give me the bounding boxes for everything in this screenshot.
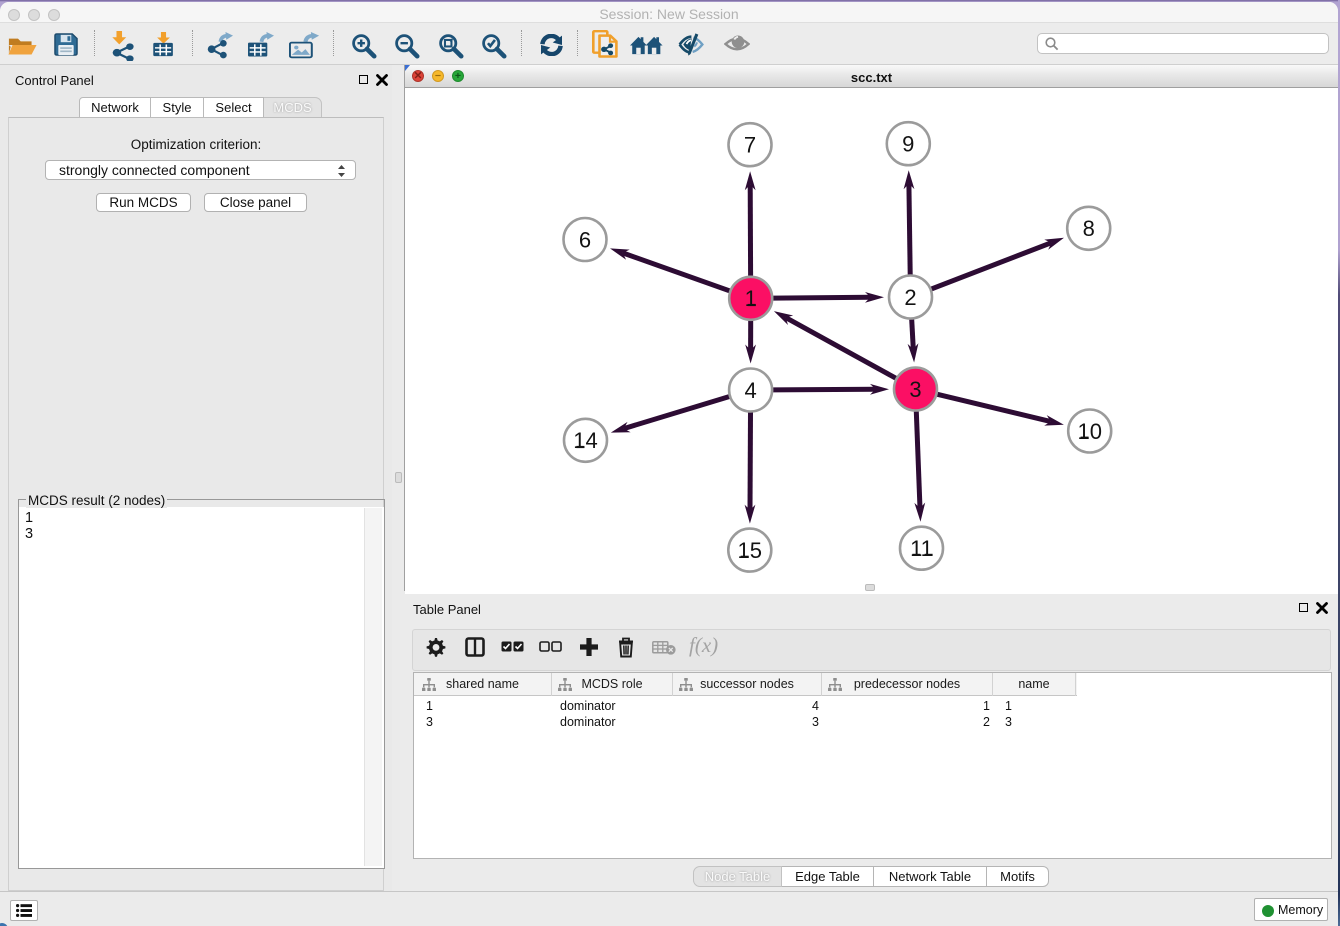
svg-text:9: 9 — [902, 132, 914, 157]
svg-text:2: 2 — [904, 285, 916, 310]
svg-text:14: 14 — [573, 428, 597, 453]
svg-text:6: 6 — [579, 227, 591, 252]
svg-text:8: 8 — [1083, 216, 1095, 241]
svg-text:3: 3 — [909, 377, 921, 402]
svg-text:1: 1 — [745, 286, 757, 311]
svg-text:10: 10 — [1077, 419, 1101, 444]
svg-text:15: 15 — [738, 538, 762, 563]
svg-text:4: 4 — [744, 378, 756, 403]
svg-text:7: 7 — [744, 133, 756, 158]
svg-text:11: 11 — [910, 536, 933, 561]
